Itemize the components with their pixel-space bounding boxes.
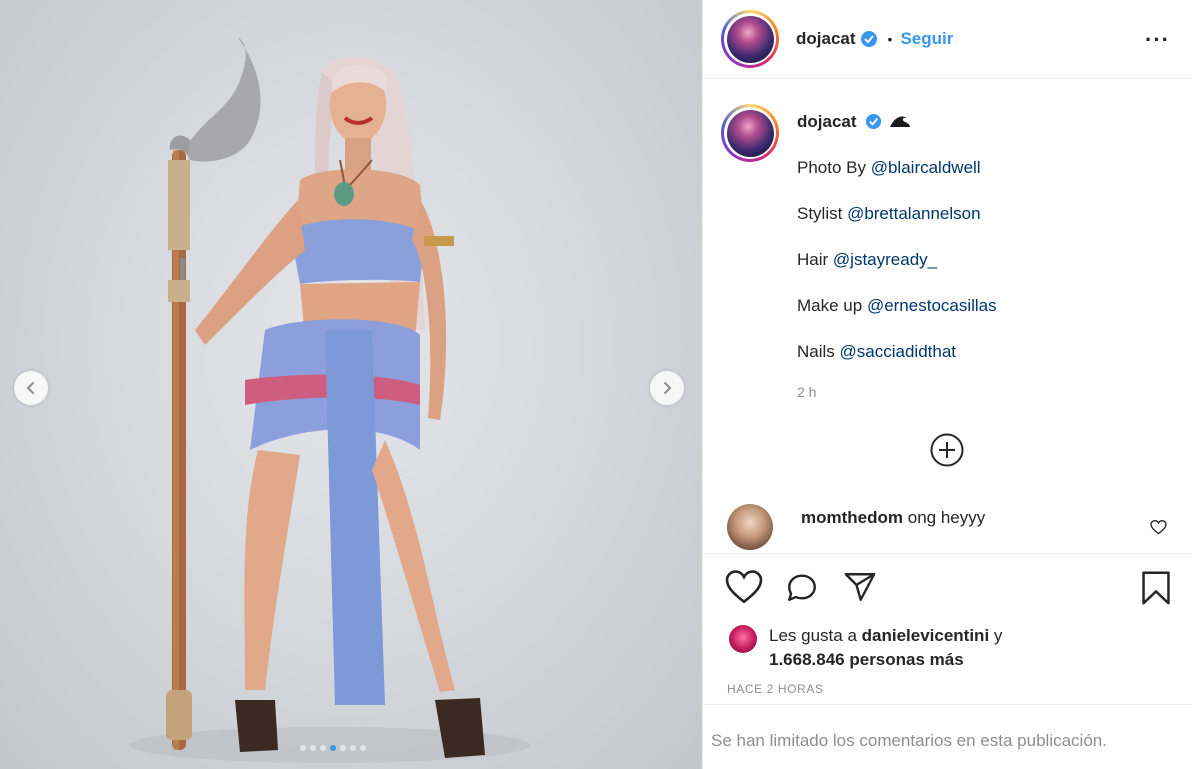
- post-side-panel: dojacat • Seguir ··· dojacat Photo By @b…: [702, 0, 1192, 769]
- carousel-dot: [330, 745, 336, 751]
- liker-username[interactable]: danielevicentini: [862, 626, 990, 645]
- carousel-dot: [360, 745, 366, 751]
- like-button[interactable]: [725, 570, 763, 609]
- likes-count[interactable]: 1.668.846 personas más: [769, 650, 964, 669]
- post-image: [130, 38, 530, 763]
- chevron-left-icon: [26, 382, 34, 394]
- follow-button[interactable]: Seguir: [900, 29, 953, 49]
- post-header: dojacat • Seguir ···: [703, 0, 1192, 79]
- mention-link[interactable]: @jstayready_: [833, 250, 937, 269]
- mention-link[interactable]: @ernestocasillas: [867, 296, 997, 315]
- caption-username[interactable]: dojacat: [797, 112, 857, 131]
- caption-line: Hair @jstayready_: [797, 249, 997, 271]
- caption-line: Stylist @brettalannelson: [797, 203, 997, 225]
- caption-line-label: Photo By: [797, 158, 871, 177]
- caption-area: dojacat Photo By @blaircaldwell Stylist @…: [703, 80, 1192, 553]
- comment-item: momthedom ong heyyy: [727, 504, 1177, 550]
- load-more-comments-button[interactable]: [929, 432, 965, 473]
- avatar[interactable]: [726, 15, 774, 63]
- comments-limited-notice: Se han limitado los comentarios en esta …: [703, 704, 1192, 769]
- paper-plane-icon: [844, 573, 876, 601]
- mention-link[interactable]: @blaircaldwell: [871, 158, 981, 177]
- caption-avatar[interactable]: [726, 109, 774, 157]
- comment-heart-icon[interactable]: [1150, 520, 1167, 535]
- comment-avatar[interactable]: [727, 504, 773, 550]
- comment-text: ong heyyy: [907, 508, 986, 527]
- top-garment: [290, 219, 425, 284]
- likes-summary: Les gusta a danielevicentini y 1.668.846…: [729, 624, 1002, 672]
- comment-username[interactable]: momthedom: [801, 508, 903, 527]
- carousel-next-button[interactable]: [650, 371, 684, 405]
- comment-button[interactable]: [783, 570, 821, 609]
- header-separator: •: [887, 31, 893, 47]
- liker-avatar[interactable]: [729, 625, 757, 653]
- carousel-prev-button[interactable]: [14, 371, 48, 405]
- caption-line: Make up @ernestocasillas: [797, 295, 997, 317]
- likes-joiner: y: [989, 626, 1003, 645]
- likes-prefix: Les gusta a: [769, 626, 862, 645]
- caption-line: Nails @sacciadidthat: [797, 341, 997, 363]
- caption-line: Photo By @blaircaldwell: [797, 157, 997, 179]
- story-ring[interactable]: [721, 10, 779, 68]
- heart-icon: [725, 570, 763, 604]
- carousel-dot: [310, 745, 316, 751]
- header-username[interactable]: dojacat: [796, 29, 856, 49]
- mention-link[interactable]: @brettalannelson: [847, 204, 981, 223]
- bookmark-icon: [1142, 571, 1170, 605]
- post-timestamp[interactable]: HACE 2 HORAS: [727, 682, 824, 696]
- mention-link[interactable]: @sacciadidthat: [840, 342, 957, 361]
- caption-line-label: Stylist: [797, 204, 848, 223]
- caption-story-ring[interactable]: [721, 104, 779, 162]
- caption: dojacat Photo By @blaircaldwell Stylist @…: [721, 104, 997, 403]
- verified-badge-icon: [866, 113, 882, 130]
- verified-badge-icon: [860, 31, 877, 47]
- chevron-right-icon: [664, 382, 672, 394]
- carousel-dot: [350, 745, 356, 751]
- caption-line-label: Nails: [797, 342, 840, 361]
- caption-line-label: Make up: [797, 296, 867, 315]
- caption-line-label: Hair: [797, 250, 833, 269]
- carousel-dot: [320, 745, 326, 751]
- share-button[interactable]: [841, 570, 879, 609]
- plus-circle-icon: [930, 433, 964, 467]
- carousel-dots: [300, 745, 366, 751]
- post-photo[interactable]: [0, 0, 702, 769]
- caption-time: 2 h: [797, 384, 817, 400]
- save-button[interactable]: [1139, 570, 1173, 611]
- carousel-dot: [300, 745, 306, 751]
- post-actions: Les gusta a danielevicentini y 1.668.846…: [703, 553, 1192, 703]
- comment-bubble-icon: [788, 574, 816, 601]
- staff-blade: [185, 38, 261, 162]
- carousel-dot: [340, 745, 346, 751]
- more-options-icon[interactable]: ···: [1145, 27, 1170, 53]
- wave-emoji-icon: [890, 116, 910, 127]
